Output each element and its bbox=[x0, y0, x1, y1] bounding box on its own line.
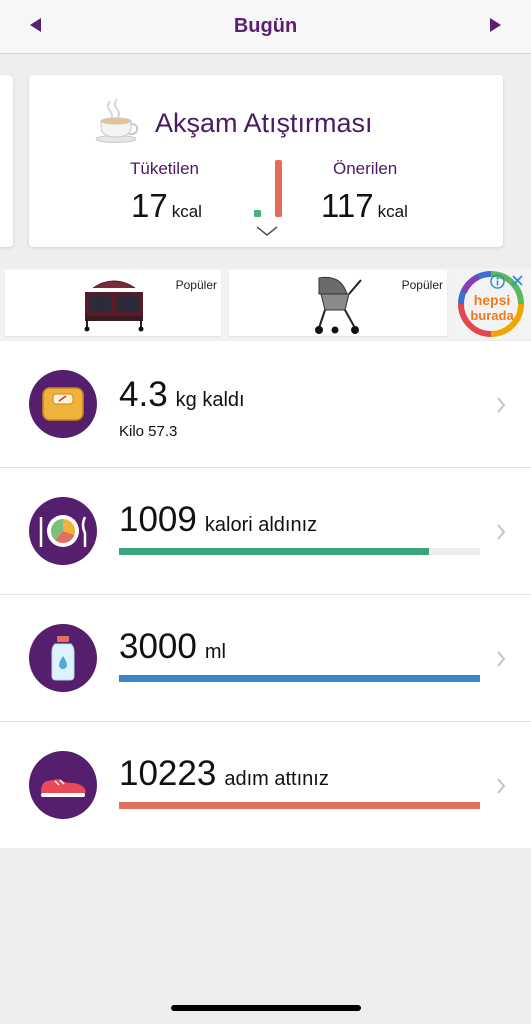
baby-stroller-image bbox=[315, 276, 362, 334]
consumed-label: Tüketilen bbox=[130, 159, 199, 178]
brand-bottom-text: burada bbox=[470, 308, 514, 323]
chevron-right-icon bbox=[497, 524, 506, 540]
steps-progress-bar bbox=[119, 802, 480, 809]
steps-progress-fill bbox=[119, 802, 480, 809]
weight-number: 4.3 bbox=[119, 375, 168, 414]
steps-row[interactable]: 10223 adım attınız bbox=[0, 722, 531, 849]
meal-card[interactable]: Akşam Atıştırması Tüketilen Önerilen 17 k… bbox=[29, 75, 503, 247]
recommended-number: 117 bbox=[321, 187, 374, 224]
tea-cup-icon bbox=[95, 98, 139, 143]
chevron-down-icon[interactable] bbox=[255, 225, 279, 237]
water-value: 3000 ml bbox=[119, 627, 226, 667]
stat-list: 4.3 kg kaldı Kilo 57.3 1009 kalori aldınız bbox=[0, 341, 531, 848]
calories-progress-bar bbox=[119, 548, 480, 555]
steps-number: 10223 bbox=[119, 754, 217, 793]
calories-number: 1009 bbox=[119, 500, 197, 539]
chevron-right-icon bbox=[497, 651, 506, 667]
previous-meal-card[interactable] bbox=[0, 75, 13, 247]
recommended-label: Önerilen bbox=[333, 159, 398, 178]
meal-title: Akşam Atıştırması bbox=[155, 108, 373, 138]
steps-unit: adım attınız bbox=[224, 768, 329, 790]
ad-tag: Popüler bbox=[175, 278, 217, 292]
chevron-right-icon bbox=[497, 778, 506, 794]
baby-playpen-image bbox=[84, 280, 144, 332]
water-progress-bar bbox=[119, 675, 480, 682]
calories-row[interactable]: 1009 kalori aldınız bbox=[0, 468, 531, 595]
water-unit: ml bbox=[204, 641, 226, 663]
date-title: Bugün bbox=[233, 15, 298, 37]
water-number: 3000 bbox=[119, 627, 197, 666]
ad-tag: Popüler bbox=[401, 278, 443, 292]
weight-unit: kg kaldı bbox=[175, 389, 245, 411]
chevron-right-icon bbox=[497, 397, 506, 413]
calories-progress-fill bbox=[119, 548, 430, 555]
ad-item-stroller[interactable]: Popüler bbox=[229, 270, 447, 336]
calories-value: 1009 kalori aldınız bbox=[119, 500, 317, 540]
calories-unit: kalori aldınız bbox=[204, 514, 318, 536]
recommended-unit: kcal bbox=[377, 202, 408, 221]
scale-icon bbox=[29, 370, 97, 438]
water-progress-fill bbox=[119, 675, 480, 682]
ad-close-icon[interactable] bbox=[510, 273, 525, 288]
sneaker-icon bbox=[29, 751, 97, 819]
next-day-button[interactable] bbox=[490, 18, 501, 32]
consumed-value: 17 kcal bbox=[131, 187, 202, 225]
plate-icon bbox=[29, 497, 97, 565]
ad-info-icon[interactable] bbox=[490, 274, 505, 289]
weight-row[interactable]: 4.3 kg kaldı Kilo 57.3 bbox=[0, 341, 531, 468]
steps-value: 10223 adım attınız bbox=[119, 754, 329, 794]
consumed-unit: kcal bbox=[171, 202, 202, 221]
water-row[interactable]: 3000 ml bbox=[0, 595, 531, 722]
weight-value: 4.3 kg kaldı bbox=[119, 375, 245, 415]
ad-banner: Popüler Popüler bbox=[0, 268, 531, 340]
ad-item-playpen[interactable]: Popüler bbox=[5, 270, 221, 336]
water-bottle-icon bbox=[29, 624, 97, 692]
date-header: Bugün bbox=[0, 0, 531, 54]
consumed-number: 17 bbox=[131, 187, 168, 224]
recommended-value: 117 kcal bbox=[321, 187, 408, 225]
recommended-bar bbox=[275, 160, 282, 217]
brand-top-text: hepsi bbox=[474, 292, 511, 308]
home-indicator bbox=[171, 1005, 361, 1011]
weight-current: Kilo 57.3 bbox=[119, 423, 178, 440]
consumed-bar bbox=[254, 210, 261, 217]
